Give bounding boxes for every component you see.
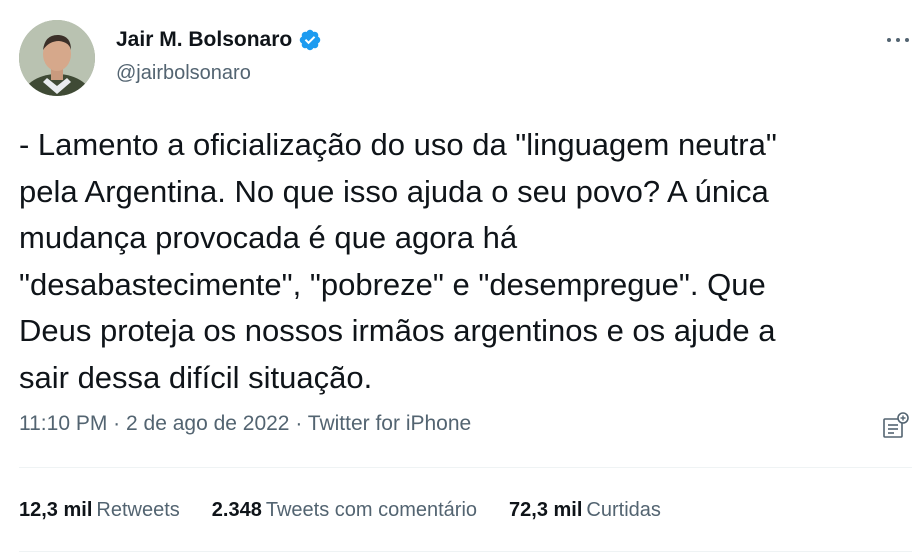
meta-separator: · <box>107 412 126 435</box>
likes-stat[interactable]: 72,3 mil Curtidas <box>509 499 661 522</box>
more-options-button[interactable] <box>882 26 914 54</box>
verified-badge-icon <box>298 28 322 52</box>
stat-count: 12,3 mil <box>19 499 93 521</box>
more-dot-icon <box>905 38 909 42</box>
author-name-row: Jair M. Bolsonaro <box>116 28 322 52</box>
tweet-source[interactable]: Twitter for iPhone <box>308 412 471 435</box>
more-dot-icon <box>896 38 900 42</box>
tweet-meta: 11:10 PM · 2 de ago de 2022 · Twitter fo… <box>19 412 471 436</box>
avatar[interactable] <box>19 20 95 96</box>
stat-count: 2.348 <box>211 499 262 521</box>
tweet-stats: 12,3 mil Retweets 2.348 Tweets com comentá… <box>19 499 693 522</box>
stat-label: Retweets <box>96 499 180 521</box>
profile-photo-icon <box>19 20 95 96</box>
tweet-text: - Lamento a oficialização do uso da "lin… <box>19 127 777 395</box>
divider <box>19 467 912 468</box>
meta-separator: · <box>289 412 308 435</box>
quote-tweets-stat[interactable]: 2.348 Tweets com comentário <box>212 499 477 522</box>
tweet-time[interactable]: 11:10 PM <box>19 412 107 435</box>
stat-count: 72,3 mil <box>509 499 583 521</box>
stat-label: Curtidas <box>586 499 661 521</box>
analytics-icon[interactable] <box>878 411 912 441</box>
author-handle[interactable]: @jairbolsonaro <box>116 62 251 85</box>
tweet-date[interactable]: 2 de ago de 2022 <box>126 412 290 435</box>
more-dot-icon <box>887 38 891 42</box>
retweets-stat[interactable]: 12,3 mil Retweets <box>19 499 180 522</box>
tweet-container: Jair M. Bolsonaro @jairbolsonaro - Lamen… <box>0 0 924 555</box>
divider <box>19 551 912 552</box>
author-display-name[interactable]: Jair M. Bolsonaro <box>116 28 292 52</box>
stat-label: Tweets com comentário <box>265 499 478 521</box>
